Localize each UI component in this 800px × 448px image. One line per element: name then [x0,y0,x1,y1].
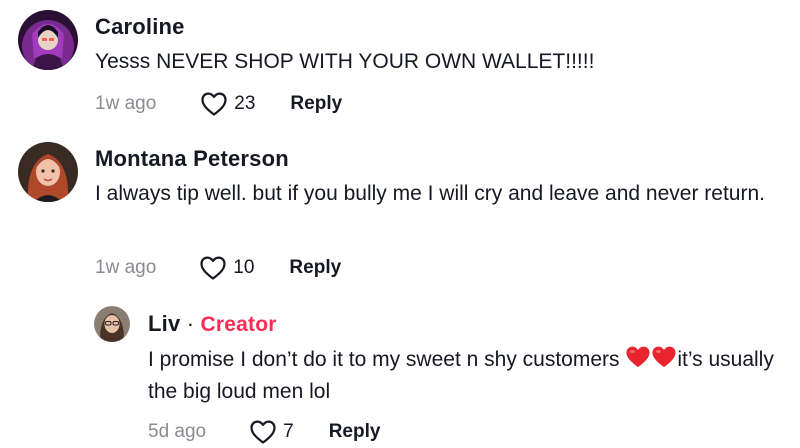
comment-meta: 5d ago 7 Reply [148,418,380,446]
reply-item: Liv · Creator I promise I don’t do it to… [0,0,800,448]
avatar-image [94,306,130,342]
comment-text-start: I promise I don’t do it to my sweet n sh… [148,348,626,371]
red-heart-emoji-icon [652,346,676,368]
heart-outline-icon [250,420,276,444]
comment-text: I promise I don’t do it to my sweet n sh… [148,344,778,408]
like-count: 7 [283,421,294,442]
reply-button[interactable]: Reply [329,421,381,443]
separator: · [186,311,195,336]
comment-timestamp: 5d ago [148,421,207,442]
comment-author-line: Liv · Creator [148,311,277,337]
creator-badge: Creator [200,313,277,336]
red-heart-emoji-icon [626,346,650,368]
like-button[interactable]: 7 [249,419,294,445]
comment-author[interactable]: Liv [148,311,180,336]
avatar[interactable] [94,306,130,342]
